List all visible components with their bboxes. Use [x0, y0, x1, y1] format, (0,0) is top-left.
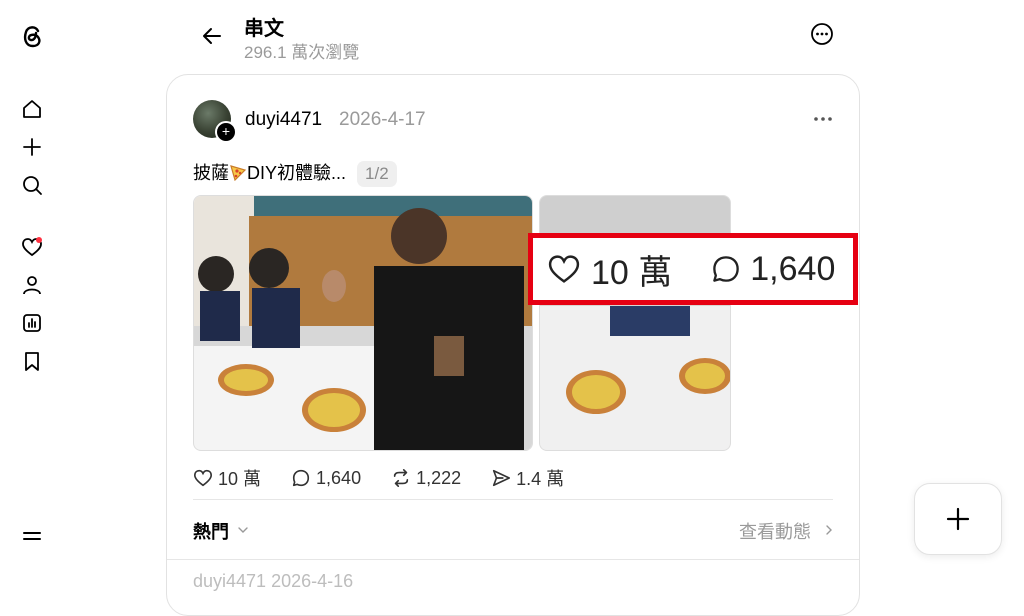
post-text: 披薩 DIY初體驗... 1/2: [193, 159, 397, 187]
heart-icon: [548, 255, 580, 283]
heart-icon[interactable]: [19, 234, 45, 260]
comment-button[interactable]: 1,640: [291, 468, 361, 489]
post-username[interactable]: duyi4471: [245, 109, 322, 131]
post-date: 2026-4-17: [339, 109, 426, 130]
highlight-comment-count: 1,640: [750, 249, 836, 288]
divider: [193, 499, 833, 500]
next-post-preview: duyi4471 2026-4-16: [193, 571, 354, 591]
post-text-rest: DIY初體驗...: [247, 163, 347, 183]
plus-icon: [946, 507, 970, 531]
bookmark-icon[interactable]: [19, 348, 45, 374]
post-card: + duyi4471 2026-4-17 披薩 DIY初體驗... 1/2 10…: [166, 74, 860, 616]
menu-icon[interactable]: [22, 528, 42, 544]
divider: [167, 559, 859, 560]
sidebar: [0, 0, 64, 576]
share-count: 1.4 萬: [516, 469, 565, 489]
share-button[interactable]: 1.4 萬: [491, 465, 564, 491]
post-more-icon[interactable]: [812, 111, 834, 127]
new-post-button[interactable]: [914, 483, 1002, 555]
highlight-comments: 1,640: [710, 250, 835, 289]
plus-icon[interactable]: [19, 134, 45, 160]
insights-icon[interactable]: [19, 310, 45, 336]
profile-icon[interactable]: [19, 272, 45, 298]
back-arrow-icon[interactable]: [200, 24, 224, 48]
repost-button[interactable]: 1,222: [391, 468, 461, 489]
home-icon[interactable]: [19, 96, 45, 122]
like-count: 10 萬: [218, 469, 262, 489]
post-actions: 10 萬 1,640 1,222 1.4 萬: [193, 465, 594, 491]
image-page-badge: 1/2: [357, 161, 397, 187]
post-text-start: 披薩: [193, 163, 229, 183]
comment-count: 1,640: [316, 467, 362, 488]
more-options-icon[interactable]: [810, 22, 834, 46]
chevron-down-icon[interactable]: [237, 523, 249, 535]
highlight-like-count: 10 萬: [591, 253, 673, 292]
like-button[interactable]: 10 萬: [193, 465, 261, 491]
stats-highlight-box: 10 萬 1,640: [528, 233, 858, 305]
post-photo-1[interactable]: [193, 195, 533, 451]
search-icon[interactable]: [19, 172, 45, 198]
page-title: 串文: [244, 18, 284, 40]
highlight-likes: 10 萬: [547, 245, 672, 294]
comment-icon: [713, 256, 740, 282]
threads-logo-icon[interactable]: [19, 22, 45, 50]
repost-count: 1,222: [416, 467, 462, 488]
sort-dropdown[interactable]: 熱門: [193, 518, 229, 544]
chevron-right-icon[interactable]: [824, 523, 834, 535]
top-bar: 串文 296.1 萬次瀏覽: [190, 0, 840, 66]
pizza-icon: [229, 163, 247, 182]
follow-plus-icon[interactable]: +: [215, 121, 237, 143]
view-activity-link[interactable]: 查看動態: [739, 518, 811, 544]
view-count: 296.1 萬次瀏覽: [244, 43, 360, 62]
